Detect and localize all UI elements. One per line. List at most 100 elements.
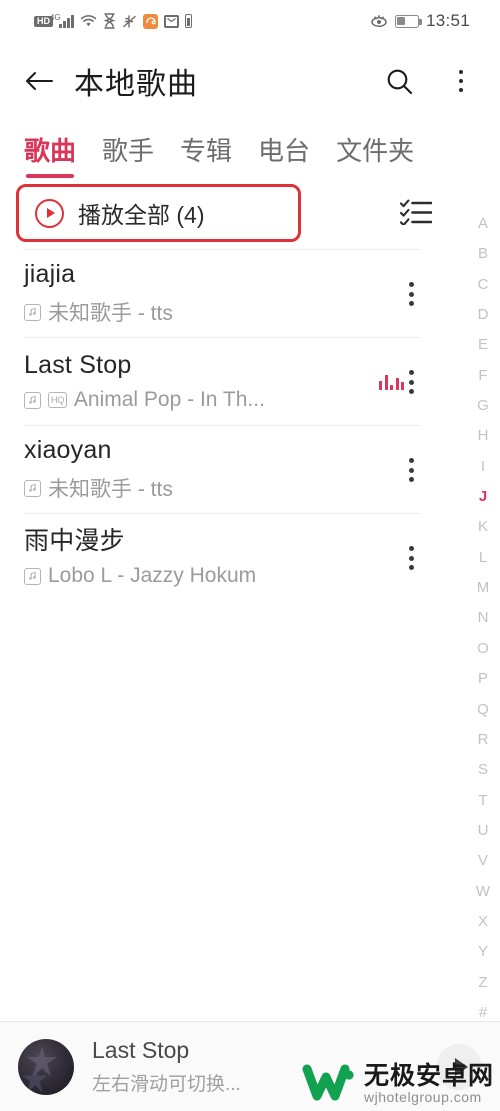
alpha-index-w[interactable]: W bbox=[476, 884, 490, 899]
more-vertical-icon bbox=[409, 546, 414, 570]
song-list-item[interactable]: 雨中漫步 Lobo L - Jazzy Hokum bbox=[0, 514, 500, 602]
more-vertical-icon bbox=[409, 282, 414, 306]
song-list-item[interactable]: Last Stop HQ Animal Pop - In Th... bbox=[0, 338, 500, 426]
alpha-index-c[interactable]: C bbox=[478, 277, 489, 292]
alpha-index-a[interactable]: A bbox=[478, 216, 488, 231]
alpha-index-s[interactable]: S bbox=[478, 762, 488, 777]
search-button[interactable] bbox=[382, 64, 416, 98]
alpha-index-q[interactable]: Q bbox=[477, 702, 489, 717]
alpha-index-u[interactable]: U bbox=[478, 823, 489, 838]
album-art-thumbnail bbox=[18, 1038, 74, 1095]
mini-player-meta: Last Stop 左右滑动可切换... bbox=[92, 1037, 241, 1096]
hourglass-icon bbox=[103, 13, 116, 29]
do-not-disturb-icon bbox=[122, 14, 137, 29]
app-header: 本地歌曲 bbox=[0, 42, 500, 120]
alpha-index-z[interactable]: Z bbox=[478, 975, 487, 990]
song-more-button[interactable] bbox=[401, 450, 422, 490]
eye-comfort-icon bbox=[370, 14, 388, 28]
mini-player-hint: 左右滑动可切换... bbox=[92, 1074, 241, 1095]
header-actions bbox=[382, 64, 478, 98]
play-all-section: 播放全部 (4) bbox=[0, 178, 500, 250]
wifi-icon bbox=[80, 14, 97, 28]
alpha-index-t[interactable]: T bbox=[478, 793, 487, 808]
song-more-button[interactable] bbox=[401, 362, 422, 402]
page-title: 本地歌曲 bbox=[74, 68, 198, 101]
more-vertical-icon bbox=[409, 458, 414, 482]
song-more-button[interactable] bbox=[401, 538, 422, 578]
battery-small-icon bbox=[185, 14, 192, 28]
alpha-index-f[interactable]: F bbox=[478, 368, 487, 383]
alphabet-index[interactable]: A B C D E F G H I J K L M N O P Q R S T U V W X Y Z # bbox=[466, 212, 500, 1024]
local-file-icon bbox=[24, 567, 41, 585]
play-all-button[interactable]: 播放全部 (4) bbox=[16, 184, 301, 242]
alpha-index-m[interactable]: M bbox=[477, 580, 490, 595]
watermark-en: wjhotelgroup.com bbox=[363, 1089, 482, 1105]
status-bar: HD 4G 13:51 bbox=[0, 0, 500, 42]
play-all-label: 播放全部 (4) bbox=[78, 202, 205, 228]
checklist-icon bbox=[399, 199, 433, 227]
song-subtitle: 未知歌手 - tts bbox=[48, 478, 173, 502]
song-title: xiaoyan bbox=[24, 435, 112, 464]
tab-songs[interactable]: 歌曲 bbox=[24, 131, 76, 178]
alpha-index-v[interactable]: V bbox=[478, 853, 488, 868]
song-subtitle: 未知歌手 - tts bbox=[48, 302, 173, 326]
battery-icon bbox=[394, 14, 422, 28]
alpha-index-j[interactable]: J bbox=[479, 489, 487, 504]
alpha-index-d[interactable]: D bbox=[478, 307, 489, 322]
clock-label: 13:51 bbox=[425, 11, 470, 30]
alpha-index-x[interactable]: X bbox=[478, 914, 488, 929]
hq-badge-icon: HQ bbox=[48, 392, 67, 409]
more-vertical-icon bbox=[409, 370, 414, 394]
local-file-icon bbox=[24, 479, 41, 497]
status-bar-left: HD 4G bbox=[34, 13, 192, 29]
song-title: jiajia bbox=[24, 259, 76, 288]
tab-artists[interactable]: 歌手 bbox=[102, 131, 154, 178]
back-arrow-icon bbox=[26, 72, 53, 90]
song-subtitle: Animal Pop - In Th... bbox=[73, 388, 265, 412]
search-icon bbox=[387, 69, 412, 94]
alpha-index-r[interactable]: R bbox=[478, 732, 489, 747]
song-list-item[interactable]: xiaoyan 未知歌手 - tts bbox=[0, 426, 500, 514]
alpha-index-p[interactable]: P bbox=[478, 671, 488, 686]
alpha-index-y[interactable]: Y bbox=[478, 944, 488, 959]
alpha-index-l[interactable]: L bbox=[479, 550, 487, 565]
app-screen: H D 4G 13:51 本地歌曲 歌曲 歌手 专辑 电台 文件夹 播放全部 (4… bbox=[0, 0, 500, 1111]
network-type-label: 4G bbox=[50, 12, 61, 22]
song-subtitle-row: 未知歌手 - tts bbox=[24, 297, 428, 327]
back-button[interactable] bbox=[22, 64, 56, 98]
alpha-index-o[interactable]: O bbox=[477, 641, 489, 656]
song-subtitle-row: HQ Animal Pop - In Th... bbox=[24, 388, 428, 412]
multiselect-button[interactable] bbox=[399, 199, 433, 230]
overflow-menu-button[interactable] bbox=[444, 64, 478, 98]
song-more-button[interactable] bbox=[401, 274, 422, 314]
alpha-index-n[interactable]: N bbox=[478, 610, 489, 625]
alpha-index-b[interactable]: B bbox=[478, 246, 488, 261]
site-watermark: 无极安卓网 wjhotelgroup.com bbox=[302, 1063, 494, 1105]
tab-bar: 歌曲 歌手 专辑 电台 文件夹 bbox=[0, 120, 500, 178]
local-file-icon bbox=[24, 391, 41, 409]
alpha-index-i[interactable]: I bbox=[481, 459, 485, 474]
song-subtitle-row: Lobo L - Jazzy Hokum bbox=[24, 564, 428, 588]
alpha-index-hash[interactable]: # bbox=[479, 1005, 487, 1020]
alpha-index-g[interactable]: G bbox=[477, 398, 489, 413]
song-list: jiajia 未知歌手 - tts Last Stop HQ Animal Po… bbox=[0, 250, 500, 602]
tab-albums[interactable]: 专辑 bbox=[180, 131, 232, 178]
song-list-item[interactable]: jiajia 未知歌手 - tts bbox=[0, 250, 500, 338]
play-circle-icon bbox=[35, 198, 64, 228]
song-subtitle: Lobo L - Jazzy Hokum bbox=[48, 564, 257, 588]
status-bar-right: 13:51 bbox=[370, 11, 470, 31]
watermark-text: 无极安卓网 wjhotelgroup.com bbox=[363, 1062, 494, 1105]
local-file-icon bbox=[24, 303, 41, 321]
tab-folders[interactable]: 文件夹 bbox=[336, 131, 414, 178]
app-orange-icon bbox=[143, 13, 158, 29]
mini-player-title: Last Stop bbox=[92, 1037, 190, 1063]
watermark-cn: 无极安卓网 bbox=[363, 1062, 494, 1090]
message-icon bbox=[164, 14, 179, 28]
signal-icon: 4G bbox=[50, 13, 74, 28]
more-vertical-icon bbox=[458, 69, 464, 93]
tab-radio[interactable]: 电台 bbox=[258, 131, 310, 178]
alpha-index-e[interactable]: E bbox=[478, 337, 488, 352]
song-title: 雨中漫步 bbox=[24, 526, 125, 555]
alpha-index-h[interactable]: H bbox=[478, 428, 489, 443]
alpha-index-k[interactable]: K bbox=[478, 519, 488, 534]
